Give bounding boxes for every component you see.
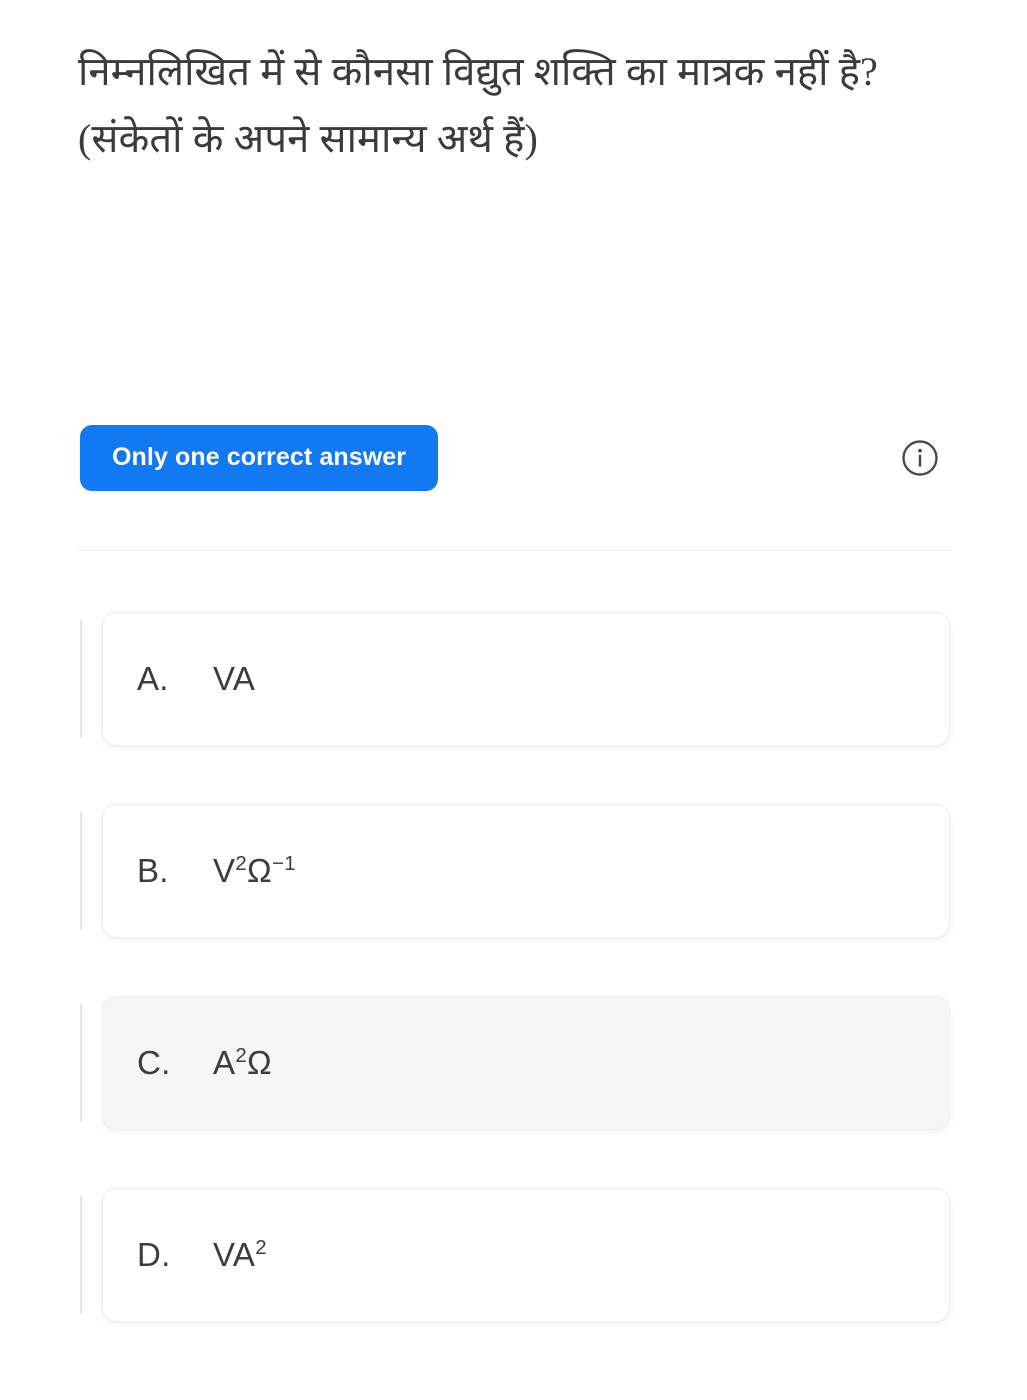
option-rail-a	[80, 620, 82, 738]
answer-mode-badge[interactable]: Only one correct answer	[80, 425, 439, 491]
options-list: A. VA B. V2Ω−1 C. A2Ω D. VA2	[78, 612, 950, 1322]
question-page: निम्नलिखित में से कौनसा विद्युत शक्ति का…	[0, 0, 1027, 1400]
option-card-b[interactable]: B. V2Ω−1	[102, 804, 950, 938]
option-letter-d: D.	[137, 1236, 171, 1273]
option-rail-b	[80, 812, 82, 930]
option-card-d[interactable]: D. VA2	[102, 1188, 950, 1322]
option-rail-c	[80, 1004, 82, 1122]
option-rail-d	[80, 1196, 82, 1314]
list-item: D. VA2	[78, 1188, 950, 1322]
list-item: C. A2Ω	[78, 996, 950, 1130]
question-text: निम्नलिखित में से कौनसा विद्युत शक्ति का…	[78, 49, 889, 162]
option-value-d: VA2	[213, 1235, 267, 1273]
question-block: निम्नलिखित में से कौनसा विद्युत शक्ति का…	[78, 38, 958, 172]
option-letter-c: C.	[137, 1044, 171, 1081]
option-card-c[interactable]: C. A2Ω	[102, 996, 950, 1130]
option-letter-a: A.	[137, 660, 169, 697]
option-letter-b: B.	[137, 852, 169, 889]
section-divider	[78, 550, 950, 551]
list-item: B. V2Ω−1	[78, 804, 950, 938]
option-value-c: A2Ω	[213, 1043, 272, 1081]
option-card-a[interactable]: A. VA	[102, 612, 950, 746]
question-meta-row: Only one correct answer	[80, 417, 950, 499]
option-value-b: V2Ω−1	[213, 851, 296, 889]
list-item: A. VA	[78, 612, 950, 746]
info-circle-icon[interactable]	[896, 434, 944, 482]
option-value-a: VA	[213, 659, 256, 697]
